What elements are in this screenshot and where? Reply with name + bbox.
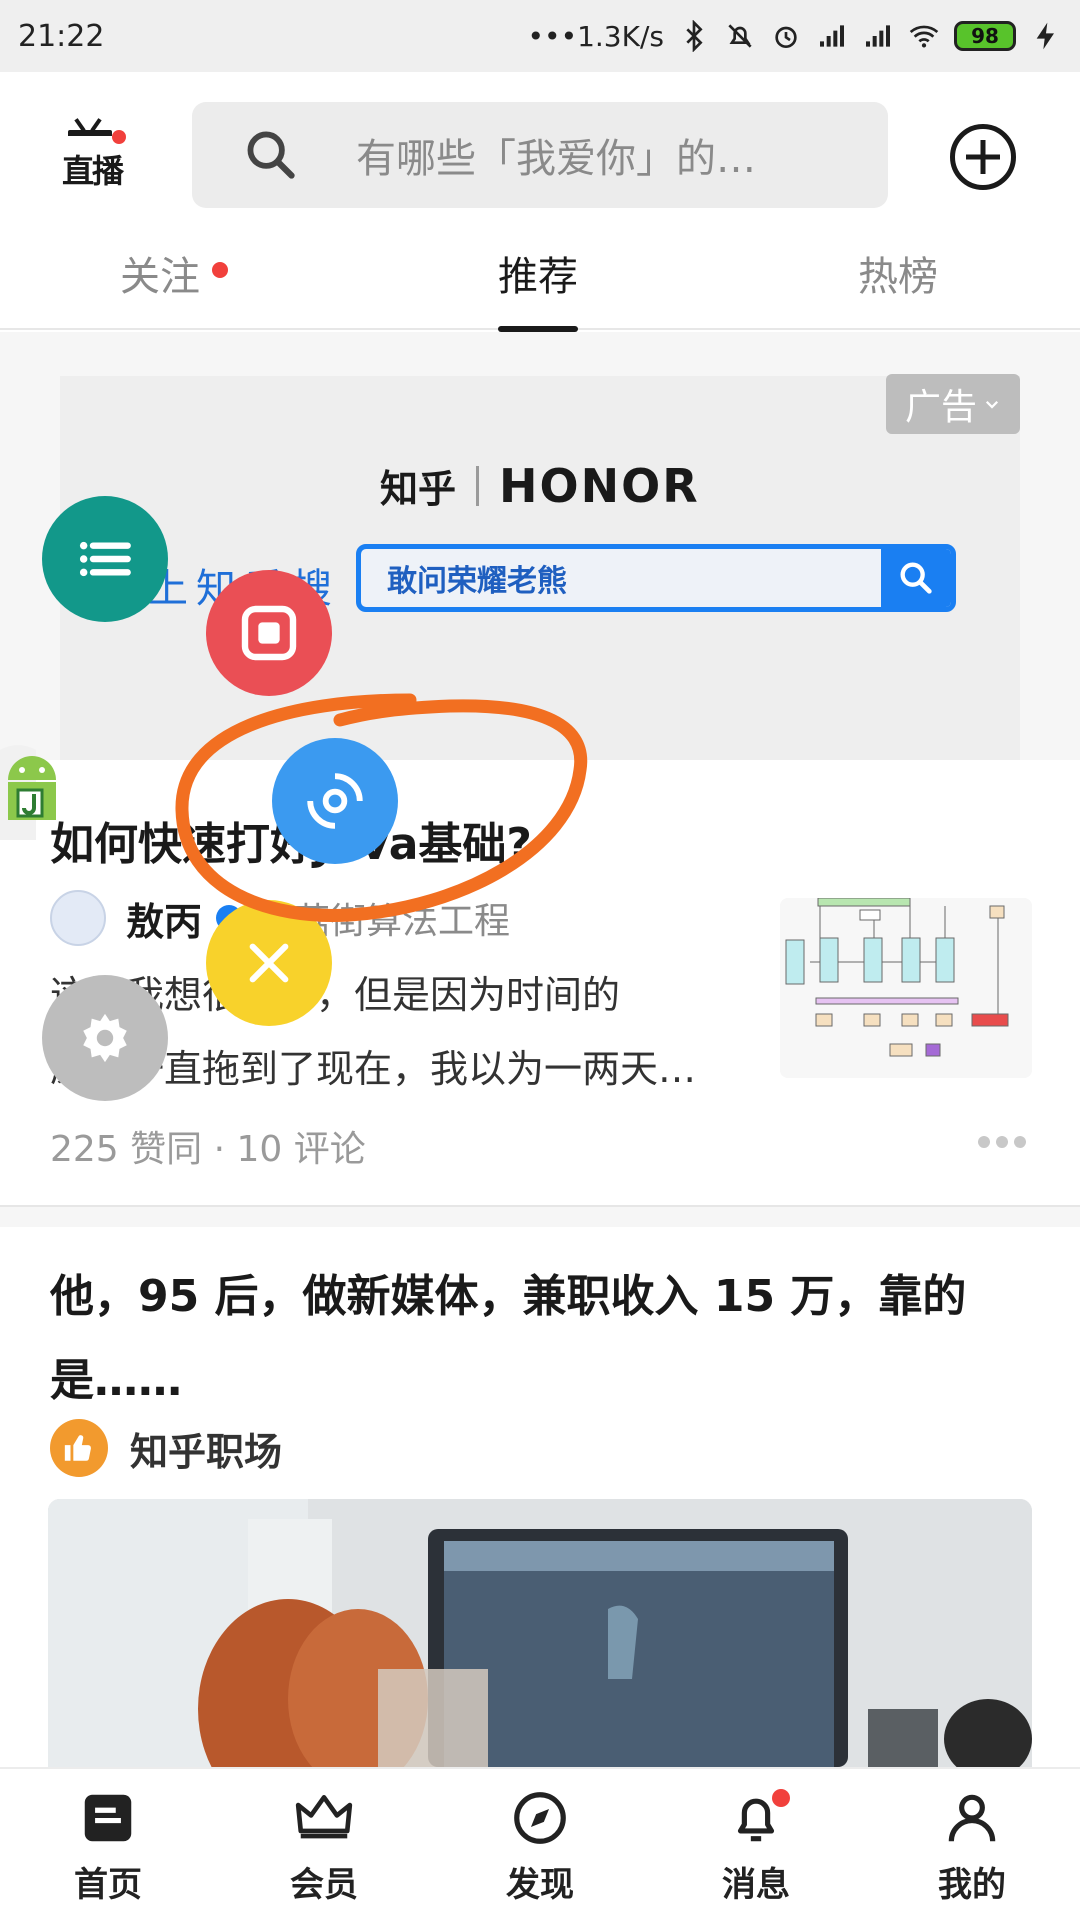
ad-brand-zhihu: 知乎 <box>380 467 457 511</box>
nav-home-label: 首页 <box>74 1865 142 1905</box>
feed-card-article[interactable]: 他，95 后，做新媒体，兼职收入 15 万，靠的是…… 知乎职场 <box>0 1227 1080 1767</box>
ad-search-query: 敢问荣耀老熊 <box>387 564 567 599</box>
search-icon <box>247 131 295 179</box>
follow-unread-dot <box>212 262 228 278</box>
ad-search-box: 敢问荣耀老熊 <box>356 544 956 612</box>
feed-tabs: 关注 推荐 热榜 <box>0 222 1080 332</box>
floating-settings-button[interactable] <box>42 975 168 1101</box>
network-speed: •••1.3K/s <box>527 19 664 53</box>
nav-home[interactable]: 首页 <box>38 1787 178 1906</box>
live-dot <box>112 130 126 144</box>
floating-record-button[interactable] <box>206 570 332 696</box>
article-photo <box>48 1499 1032 1767</box>
add-icon[interactable] <box>950 124 1016 190</box>
nav-discover[interactable]: 发现 <box>470 1787 610 1906</box>
search-placeholder: 有哪些「我爱你」的… <box>356 136 756 182</box>
top-header: 直播 有哪些「我爱你」的… <box>0 72 1080 222</box>
tab-recommend[interactable]: 推荐 <box>498 244 578 332</box>
chevron-down-icon <box>985 400 999 409</box>
home-icon <box>84 1794 132 1842</box>
nav-messages-label: 消息 <box>722 1865 790 1905</box>
ad-tag[interactable]: 广告 <box>886 374 1020 434</box>
nav-profile-label: 我的 <box>938 1865 1006 1905</box>
record-icon <box>241 605 297 661</box>
close-icon <box>249 943 289 983</box>
list-icon <box>79 541 131 577</box>
bottom-navigation: 首页 会员 发现 消息 我的 <box>0 1767 1080 1920</box>
messages-badge <box>772 1789 790 1807</box>
author-avatar[interactable] <box>50 890 106 946</box>
android-icon <box>0 745 56 840</box>
gear-icon <box>83 1013 127 1063</box>
wifi-icon <box>909 25 939 48</box>
nav-profile[interactable]: 我的 <box>902 1787 1042 1906</box>
nav-membership[interactable]: 会员 <box>254 1787 394 1906</box>
source-name: 知乎职场 <box>130 1429 283 1474</box>
ad-brand-honor: HONOR <box>499 458 700 513</box>
tab-follow-label: 关注 <box>120 254 200 300</box>
nav-discover-label: 发现 <box>506 1865 574 1905</box>
flowchart-thumbnail-image <box>780 898 1032 1078</box>
battery-indicator: 98 <box>954 21 1016 51</box>
floating-close-button[interactable] <box>206 900 332 1026</box>
nav-messages[interactable]: 消息 <box>686 1787 826 1906</box>
answer-meta: 225 赞同 · 10 评论 <box>50 1129 366 1170</box>
tab-hot[interactable]: 热榜 <box>858 244 938 302</box>
person-icon <box>948 1794 996 1842</box>
ad-brand: 知乎 HONOR <box>380 458 700 513</box>
android-assistant-tab[interactable] <box>0 740 72 850</box>
capture-icon <box>307 773 363 829</box>
author-name[interactable]: 敖丙 <box>126 891 202 946</box>
alarm-icon <box>775 26 797 48</box>
tab-follow[interactable]: 关注 <box>120 244 228 302</box>
status-time: 21:22 <box>18 18 105 54</box>
signal-2-icon <box>866 25 890 47</box>
floating-capture-button[interactable] <box>272 738 398 864</box>
article-title[interactable]: 他，95 后，做新媒体，兼职收入 15 万，靠的是…… <box>50 1255 1030 1423</box>
ad-brand-divider <box>476 465 480 506</box>
nav-membership-label: 会员 <box>290 1865 358 1905</box>
compass-icon <box>514 1792 566 1844</box>
ad-banner[interactable]: 知乎 HONOR 上知乎搜 敢问荣耀老熊 <box>60 376 1020 760</box>
signal-icon <box>820 25 844 47</box>
ad-tag-label: 广告 <box>904 387 977 428</box>
tv-icon <box>68 130 112 146</box>
article-source[interactable]: 知乎职场 <box>50 1419 282 1477</box>
charging-icon <box>1036 22 1054 50</box>
mute-bell-icon <box>728 24 752 48</box>
live-label: 直播 <box>62 152 124 190</box>
ad-search-button <box>881 549 951 607</box>
thumbs-up-icon <box>50 1419 108 1477</box>
floating-menu-button[interactable] <box>42 496 168 622</box>
crown-icon <box>295 1795 353 1839</box>
feed-card-question[interactable]: 如何快速打好Java基础? 敖丙 蘑菇街算法工程 这期我想很久了，但是因为时间的… <box>0 760 1080 1205</box>
status-bar: 21:22 •••1.3K/s 98 <box>0 0 1080 72</box>
answer-thumbnail[interactable] <box>780 898 1032 1078</box>
more-options-icon[interactable] <box>978 1136 1026 1148</box>
ad-search-icon <box>900 562 932 594</box>
search-bar[interactable]: 有哪些「我爱你」的… <box>192 102 888 208</box>
article-cover-image[interactable] <box>48 1499 1032 1767</box>
feed-divider <box>0 1205 1080 1227</box>
bluetooth-icon <box>686 20 703 52</box>
live-button[interactable]: 直播 <box>58 122 138 192</box>
